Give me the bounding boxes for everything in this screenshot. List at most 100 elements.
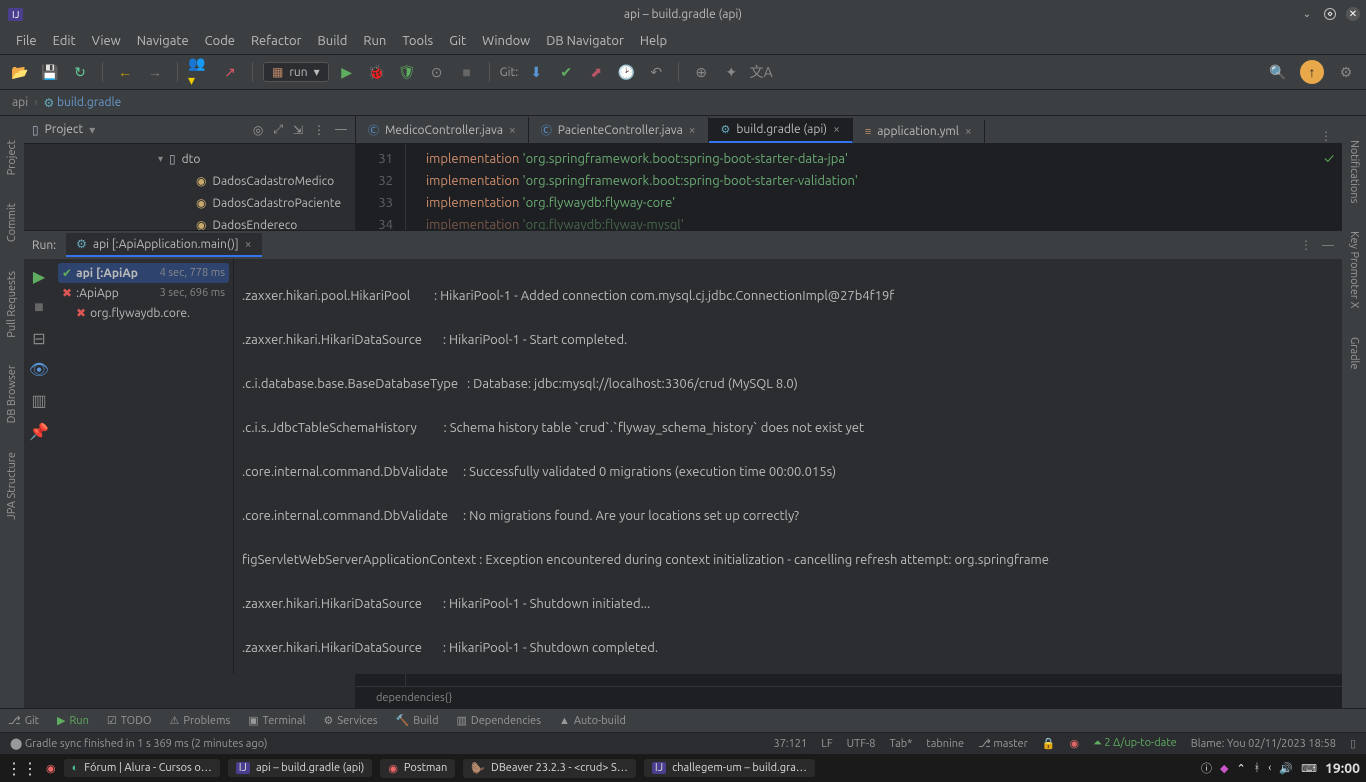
tabs-more-icon[interactable]: ⋮ <box>1310 129 1342 143</box>
tree-file[interactable]: ◉ DadosCadastroPaciente <box>24 192 355 214</box>
bt-build[interactable]: 🔨 Build <box>396 714 439 727</box>
open-icon[interactable]: 📂 <box>8 60 32 84</box>
tray-chevron-icon[interactable]: ‹ <box>1268 762 1271 774</box>
minimize-icon[interactable]: ⌄ <box>1300 7 1314 21</box>
start-icon[interactable]: ⋮⋮ <box>6 759 38 778</box>
task-dbeaver[interactable]: 🦫DBeaver 23.2.3 - <crud> S… <box>463 759 636 778</box>
menu-file[interactable]: File <box>8 30 45 52</box>
indent[interactable]: Tab* <box>889 738 912 750</box>
stop-icon[interactable]: ■ <box>34 298 44 317</box>
menu-refactor[interactable]: Refactor <box>243 30 310 52</box>
rail-notifications[interactable]: Notifications <box>1348 136 1360 207</box>
ide-icon[interactable]: ▯ <box>1350 737 1356 750</box>
rail-commit[interactable]: Commit <box>6 199 18 246</box>
menu-help[interactable]: Help <box>632 30 675 52</box>
app-launcher-icon[interactable]: ◉ <box>46 762 56 775</box>
git-update-icon[interactable]: ⬇ <box>524 60 548 84</box>
menu-navigate[interactable]: Navigate <box>129 30 197 52</box>
more-icon[interactable]: ⋮ <box>1300 238 1312 252</box>
updates-icon[interactable]: ↑ <box>1300 60 1324 84</box>
menu-db-navigator[interactable]: DB Navigator <box>538 30 632 52</box>
task-chrome[interactable]: ◐Fórum | Alura - Cursos o… <box>64 759 220 777</box>
menu-code[interactable]: Code <box>197 30 243 52</box>
coverage-icon[interactable]: 🛡 <box>395 60 419 84</box>
clock[interactable]: 19:00 <box>1325 760 1360 776</box>
search-icon[interactable]: 🔍 <box>1266 60 1290 84</box>
more-icon[interactable]: ↗ <box>218 60 242 84</box>
close-icon[interactable]: ✕ <box>1346 7 1360 21</box>
rerun-icon[interactable]: ▶ <box>33 267 45 286</box>
more-icon[interactable]: ⋮ <box>313 123 325 137</box>
run-tree-row[interactable]: ✖ :ApiApp 3 sec, 696 ms <box>58 283 229 303</box>
run-tree-row[interactable]: ✔ api [:ApiAp 4 sec, 778 ms <box>58 263 229 283</box>
close-icon[interactable]: × <box>245 238 252 251</box>
bt-services[interactable]: ⚙ Services <box>323 714 377 727</box>
tray-bluetooth-icon[interactable]: ᚼ <box>1254 762 1261 774</box>
run-icon[interactable]: ▶ <box>335 60 359 84</box>
git-rollback-icon[interactable]: ↶ <box>644 60 668 84</box>
save-icon[interactable]: 💾 <box>38 60 62 84</box>
menu-git[interactable]: Git <box>441 30 474 52</box>
run-tree-row[interactable]: ✖ org.flywaydb.core. <box>58 303 229 323</box>
code-with-me-icon[interactable]: 👥▾ <box>188 60 212 84</box>
rail-jpa-structure[interactable]: JPA Structure <box>6 448 18 524</box>
analyze-icon[interactable]: ⊕ <box>689 60 713 84</box>
settings-icon[interactable]: ⚙ <box>1334 60 1358 84</box>
menu-run[interactable]: Run <box>355 30 394 52</box>
menu-view[interactable]: View <box>84 30 129 52</box>
close-icon[interactable]: × <box>833 123 840 136</box>
console-output[interactable]: .zaxxer.hikari.pool.HikariPool : HikariP… <box>234 259 1342 674</box>
rail-pull-requests[interactable]: Pull Requests <box>6 267 18 342</box>
task-intellij[interactable]: IJapi – build.gradle (api) <box>228 759 373 777</box>
nav-file[interactable]: build.gradle <box>57 96 121 109</box>
close-icon[interactable]: × <box>689 124 696 137</box>
stop-icon[interactable]: ■ <box>455 60 479 84</box>
chevron-down-icon[interactable]: ▾ <box>89 123 95 137</box>
debug-icon[interactable]: 🐞 <box>365 60 389 84</box>
close-icon[interactable]: × <box>509 124 516 137</box>
tab-paciente-controller[interactable]: Ⓒ PacienteController.java × <box>529 117 709 143</box>
bt-auto-build[interactable]: ▲ Auto-build <box>559 715 626 727</box>
encoding[interactable]: UTF-8 <box>847 738 876 750</box>
collapse-icon[interactable]: ⇲ <box>293 123 303 137</box>
task-postman[interactable]: ◉Postman <box>380 759 455 778</box>
rail-project[interactable]: Project <box>6 136 18 179</box>
tray-info-icon[interactable]: ⓘ <box>1201 760 1212 776</box>
tabnine-widget[interactable]: tabnine <box>926 738 964 750</box>
menu-window[interactable]: Window <box>474 30 538 52</box>
menu-tools[interactable]: Tools <box>394 30 441 52</box>
git-commit-icon[interactable]: ✔ <box>554 60 578 84</box>
tray-lang-icon[interactable]: ⌨ <box>1301 762 1317 775</box>
hide-icon[interactable]: — <box>1322 239 1334 252</box>
filter-icon[interactable]: ⊟ <box>32 329 45 348</box>
tree-folder-dto[interactable]: ▾ ▯ dto <box>24 148 355 170</box>
maximize-icon[interactable]: ⋄ <box>1324 8 1336 20</box>
nav-root[interactable]: api <box>12 96 28 109</box>
hide-icon[interactable]: — <box>335 123 347 137</box>
target-icon[interactable]: ◎ <box>253 123 263 137</box>
line-separator[interactable]: LF <box>821 738 832 750</box>
tab-build-gradle[interactable]: ⚙ build.gradle (api) × <box>709 118 853 143</box>
rail-db-browser[interactable]: DB Browser <box>6 361 18 427</box>
blame-widget[interactable]: Blame: You 02/11/2023 18:58 <box>1191 738 1336 750</box>
bt-git[interactable]: ⎇ Git <box>8 714 39 727</box>
git-history-icon[interactable]: 🕑 <box>614 60 638 84</box>
pin-icon[interactable]: 📌 <box>29 422 49 441</box>
run-configuration-selector[interactable]: ▦ run ▾ <box>263 62 329 82</box>
lock-icon[interactable]: 🔒 <box>1042 737 1056 750</box>
menu-edit[interactable]: Edit <box>45 30 84 52</box>
bt-todo[interactable]: ☑ TODO <box>107 714 152 727</box>
dep-analyzer-icon[interactable]: ◉ <box>1069 737 1079 750</box>
tray-volume-icon[interactable]: 🔊 <box>1279 762 1293 775</box>
sync-icon[interactable]: ↻ <box>68 60 92 84</box>
back-icon[interactable]: ← <box>113 60 137 84</box>
tab-application-yml[interactable]: ≡ application.yml × <box>853 120 985 143</box>
close-icon[interactable]: × <box>965 125 972 138</box>
bt-dependencies[interactable]: ▥ Dependencies <box>457 714 541 727</box>
forward-icon[interactable]: → <box>143 60 167 84</box>
rail-key-promoter[interactable]: Key Promoter X <box>1348 227 1360 312</box>
caret-position[interactable]: 37:121 <box>773 738 807 750</box>
run-tab-active[interactable]: ⚙ api [:ApiApplication.main()] × <box>66 233 261 257</box>
rail-gradle[interactable]: Gradle <box>1348 333 1360 374</box>
bt-terminal[interactable]: ▣ Terminal <box>248 714 305 727</box>
